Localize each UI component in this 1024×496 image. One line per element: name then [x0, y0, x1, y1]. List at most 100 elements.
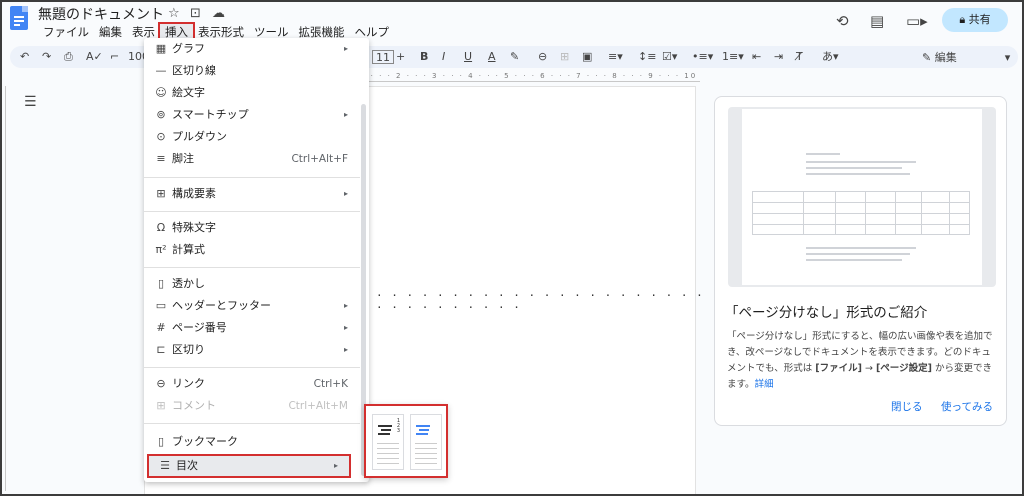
- pageless-promo-panel: 「ページ分けなし」形式のご紹介 「ページ分けなし」形式にすると、幅の広い画像や表…: [714, 96, 1007, 426]
- menu-item-emoji[interactable]: ☺ 絵文字: [144, 82, 360, 104]
- plain-text-toc-option[interactable]: 1 2 3: [372, 414, 404, 470]
- increase-indent-icon[interactable]: ⇥: [774, 49, 783, 65]
- bold-icon[interactable]: B: [420, 49, 428, 65]
- dropdown-icon: ⊙: [156, 130, 166, 143]
- add-comment-icon[interactable]: ⊞: [560, 49, 569, 65]
- lock-icon: 🔒︎: [959, 13, 969, 26]
- menu-divider: [144, 367, 360, 368]
- pi-icon: π²: [155, 243, 167, 256]
- chevron-right-icon: ▸: [343, 189, 348, 198]
- cloud-status-icon[interactable]: ☁: [212, 6, 225, 21]
- menu-divider: [144, 211, 360, 212]
- menu-item-dropdown[interactable]: ⊙ プルダウン: [144, 126, 360, 148]
- promo-heading: 「ページ分けなし」形式のご紹介: [725, 305, 928, 321]
- clear-formatting-icon[interactable]: T̸: [796, 49, 803, 65]
- footnote-icon: ≡: [156, 152, 166, 165]
- decrease-indent-icon[interactable]: ⇤: [752, 49, 761, 65]
- numbered-list-icon[interactable]: 1≡▾: [722, 49, 744, 65]
- horizontal-ruler[interactable]: 1 · · · 2 · · · 3 · · · 4 · · · 5 · · · …: [360, 72, 700, 82]
- spellcheck-icon[interactable]: A✓: [86, 49, 103, 65]
- omega-icon: Ω: [156, 221, 166, 234]
- blue-links-toc-option[interactable]: [410, 414, 442, 470]
- try-it-button[interactable]: 使ってみる: [941, 399, 993, 414]
- promo-preview-image: [728, 107, 996, 287]
- docs-logo-icon[interactable]: [10, 6, 28, 30]
- document-title[interactable]: 無題のドキュメント: [38, 4, 164, 24]
- highlight-color-icon[interactable]: ✎: [510, 49, 519, 65]
- insert-link-icon[interactable]: ⊖: [538, 49, 547, 65]
- line-spacing-icon[interactable]: ↕≡: [638, 49, 656, 65]
- redo-icon[interactable]: ↷: [42, 49, 51, 65]
- emoji-icon: ☺: [155, 86, 167, 99]
- star-icon[interactable]: ☆: [168, 6, 180, 21]
- menu-item-break[interactable]: ⊏ 区切り ▸: [144, 339, 360, 361]
- chevron-right-icon: ▸: [343, 110, 348, 119]
- toc-icon: ☰: [160, 459, 170, 472]
- meet-video-icon[interactable]: ▭▸: [906, 12, 928, 30]
- link-icon: ⊖: [156, 377, 166, 390]
- menu-item-comment: ⊞ コメント Ctrl+Alt+M: [144, 395, 360, 417]
- align-icon[interactable]: ≡▾: [608, 49, 623, 65]
- chevron-right-icon: ▸: [343, 323, 348, 332]
- menu-item-headers-footers[interactable]: ▭ ヘッダーとフッター ▸: [144, 295, 360, 317]
- checklist-icon[interactable]: ☑▾: [662, 49, 677, 65]
- header-footer-icon: ▭: [155, 299, 167, 312]
- menu-item-page-numbers[interactable]: # ページ番号 ▸: [144, 317, 360, 339]
- smart-chip-icon: ⊚: [156, 108, 166, 121]
- chevron-right-icon: ▸: [343, 345, 348, 354]
- italic-icon[interactable]: I: [442, 49, 445, 65]
- text-color-icon[interactable]: A: [488, 49, 496, 65]
- comments-icon[interactable]: ▤: [870, 12, 884, 30]
- share-button[interactable]: 🔒︎ 共有: [942, 8, 1008, 32]
- chart-icon: ▦: [155, 42, 167, 55]
- editing-mode-select[interactable]: ✎ 編集 ▾: [922, 49, 1010, 65]
- font-size-input[interactable]: 11: [372, 50, 394, 64]
- chevron-right-icon: ▸: [343, 44, 348, 53]
- break-icon: ⊏: [156, 343, 166, 356]
- chevron-down-icon: ▾: [1004, 51, 1011, 64]
- menu-item-smart-chips[interactable]: ⊚ スマートチップ ▸: [144, 104, 360, 126]
- menu-item-footnote[interactable]: ≡ 脚注 Ctrl+Alt+F: [144, 148, 360, 170]
- toc-dot-leader-2: . . . . . . . . . .: [376, 298, 521, 311]
- chevron-right-icon: ▸: [333, 461, 338, 470]
- pencil-icon: ✎: [922, 51, 935, 64]
- close-button[interactable]: 閉じる: [891, 399, 923, 414]
- hash-icon: #: [156, 321, 166, 334]
- promo-body: 「ページ分けなし」形式にすると、幅の広い画像や表を追加でき、改ページなしでドキュ…: [727, 331, 993, 390]
- vertical-ruler[interactable]: [0, 86, 6, 491]
- menu-item-link[interactable]: ⊖ リンク Ctrl+K: [144, 373, 360, 395]
- menu-item-chart[interactable]: ▦ グラフ ▸: [144, 38, 360, 60]
- insert-menu: ▦ グラフ ▸ — 区切り線 ☺ 絵文字 ⊚ スマートチップ ▸ ⊙ プルダウン ≡ 脚注 Ctr…: [144, 38, 369, 482]
- bulleted-list-icon[interactable]: •≡▾: [692, 49, 713, 65]
- input-tools-icon[interactable]: あ▾: [822, 49, 839, 65]
- menu-divider: [144, 423, 360, 424]
- menu-item-watermark[interactable]: ▯ 透かし: [144, 273, 360, 295]
- menu-item-special-characters[interactable]: Ω 特殊文字: [144, 217, 360, 239]
- increase-font-icon[interactable]: +: [396, 49, 405, 65]
- print-icon[interactable]: ⎙: [64, 49, 73, 65]
- menu-file[interactable]: ファイル: [38, 24, 94, 40]
- history-icon[interactable]: ⟲: [836, 12, 849, 30]
- menu-edit[interactable]: 編集: [94, 24, 127, 40]
- learn-more-link[interactable]: 詳細: [755, 379, 774, 390]
- menu-divider: [144, 267, 360, 268]
- watermark-icon: ▯: [157, 277, 165, 290]
- building-blocks-icon: ⊞: [156, 187, 166, 200]
- toc-submenu: 1 2 3: [364, 404, 448, 478]
- menu-item-equation[interactable]: π² 計算式: [144, 239, 360, 261]
- menu-item-bookmark[interactable]: ▯ ブックマーク: [144, 431, 360, 453]
- paint-format-icon[interactable]: ⌐: [110, 49, 119, 65]
- chevron-right-icon: ▸: [343, 301, 348, 310]
- menu-item-horizontal-line[interactable]: — 区切り線: [144, 60, 360, 82]
- page-numbers-text: 1 2 3: [396, 418, 400, 434]
- menu-divider: [144, 177, 360, 178]
- menu-item-table-of-contents[interactable]: ☰ 目次 ▸: [147, 454, 351, 478]
- comment-add-icon: ⊞: [156, 399, 166, 412]
- horizontal-line-icon: —: [155, 64, 167, 77]
- underline-icon[interactable]: U: [464, 49, 472, 65]
- undo-icon[interactable]: ↶: [20, 49, 29, 65]
- move-folder-icon[interactable]: ⊡: [190, 6, 201, 21]
- insert-image-icon[interactable]: ▣: [582, 49, 592, 65]
- document-outline-icon[interactable]: ☰: [24, 94, 37, 110]
- menu-item-building-blocks[interactable]: ⊞ 構成要素 ▸: [144, 183, 360, 205]
